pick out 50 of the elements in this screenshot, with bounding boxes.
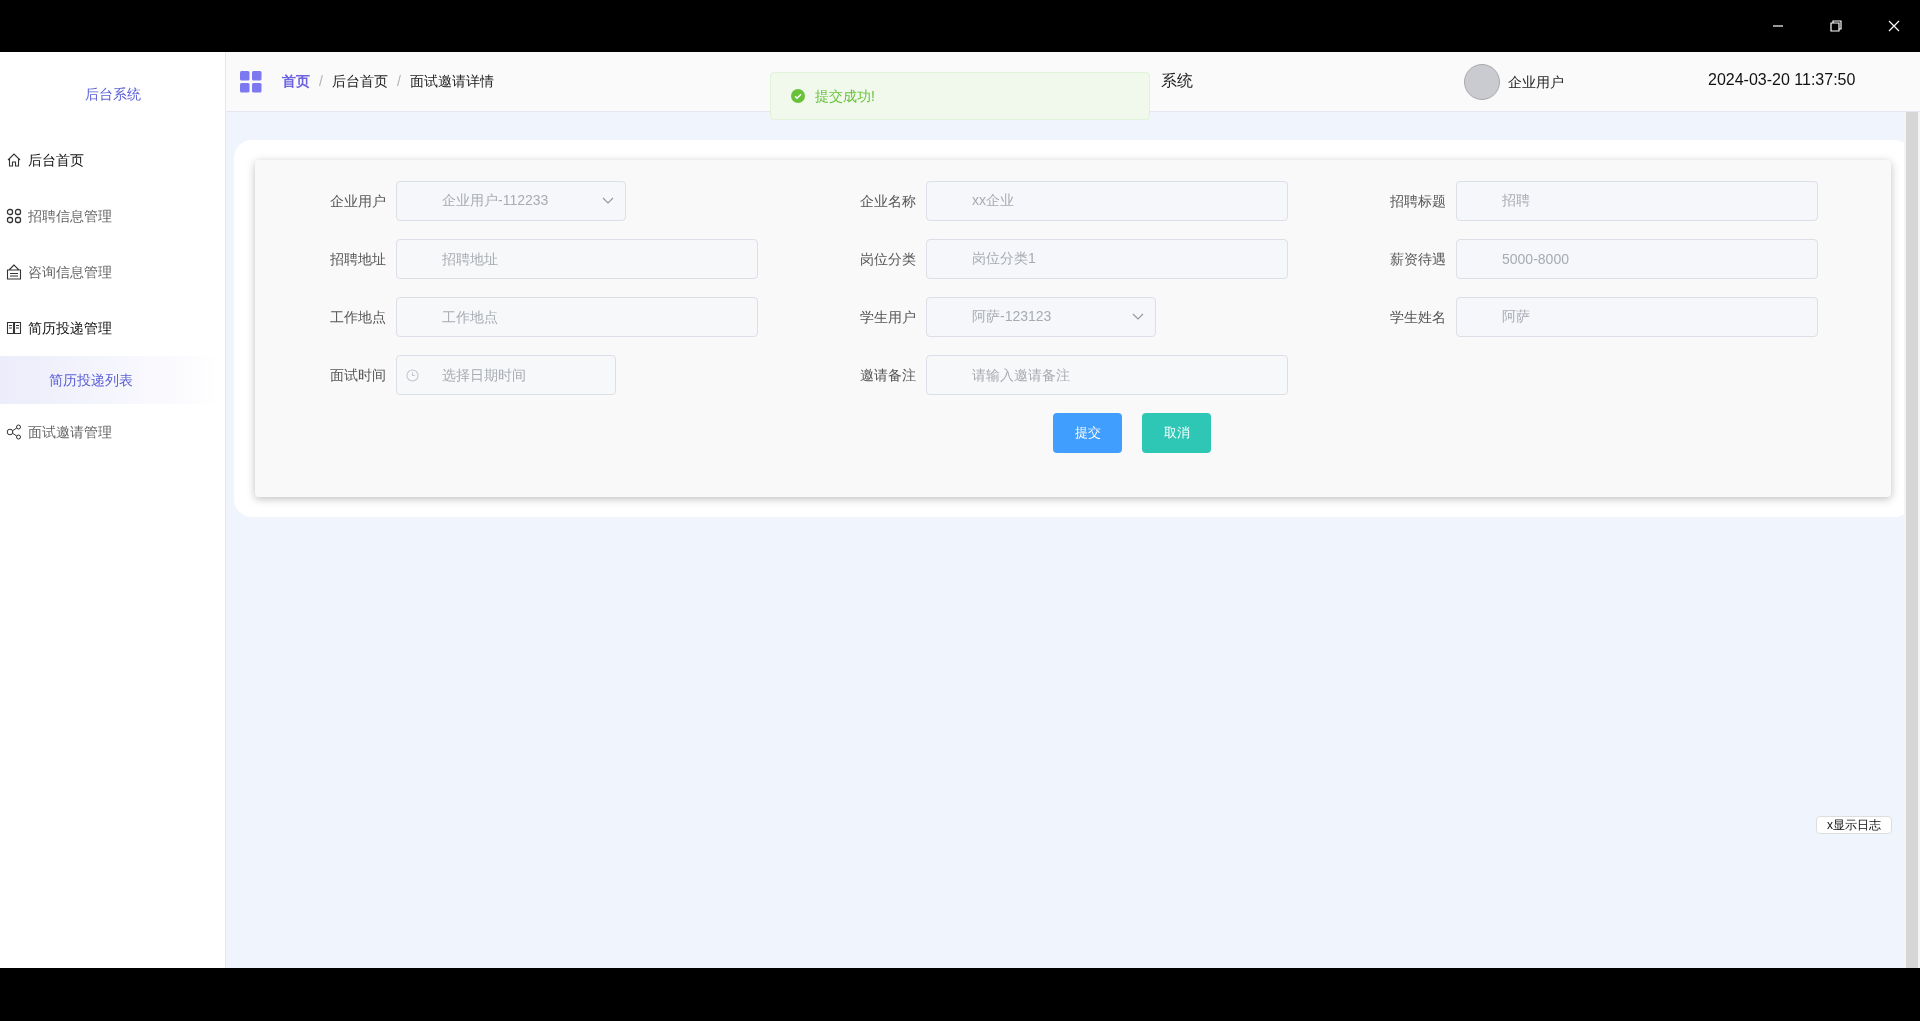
chevron-down-icon [1132, 313, 1144, 321]
field-label: 面试时间 [329, 365, 387, 385]
grid-icon[interactable] [240, 70, 262, 93]
sidebar-title: 后台系统 [83, 85, 142, 104]
sidebar-item-label: 咨询信息管理 [28, 262, 112, 282]
sidebar-item[interactable]: 后台首页 [0, 132, 225, 188]
sidebar-item-label: 面试邀请管理 [28, 422, 112, 442]
sidebar-item[interactable]: 简历投递管理 [0, 300, 225, 356]
submit-button[interactable]: 提交 [1053, 413, 1122, 453]
system-title: 系统 [1161, 71, 1193, 91]
breadcrumb-item: 面试邀请详情 [409, 72, 494, 91]
field-label: 学生用户 [859, 307, 917, 327]
show-log-button[interactable]: x显示日志 [1816, 816, 1892, 834]
breadcrumb-separator: / [396, 72, 401, 91]
home-icon [6, 152, 22, 168]
restore-icon[interactable] [1830, 20, 1842, 32]
breadcrumb-separator: / [319, 72, 323, 91]
input-field[interactable]: 招聘地址 [396, 239, 758, 279]
datetime-field[interactable]: 选择日期时间 [396, 355, 616, 395]
breadcrumb-link[interactable]: 首页 [282, 71, 310, 92]
chevron-down-icon [602, 197, 614, 205]
close-icon[interactable] [1888, 20, 1900, 32]
input-field[interactable]: 请输入邀请备注 [926, 355, 1288, 395]
field-label: 招聘标题 [1389, 191, 1447, 211]
field-label: 工作地点 [329, 307, 387, 327]
field-label: 招聘地址 [329, 249, 387, 269]
field-label: 企业用户 [329, 191, 387, 211]
toast-text: 提交成功! [815, 86, 875, 106]
datetime-text: 2024-03-20 11:37:50 [1708, 70, 1856, 90]
field-label: 薪资待遇 [1389, 249, 1447, 269]
clock-icon [406, 368, 419, 382]
sidebar-item-label: 简历投递管理 [28, 318, 112, 338]
input-field[interactable]: 工作地点 [396, 297, 758, 337]
sidebar-item[interactable]: 咨询信息管理 [0, 244, 225, 300]
sidebar-item[interactable]: 招聘信息管理 [0, 188, 225, 244]
sidebar-item-label: 后台首页 [28, 150, 84, 170]
field-label: 学生姓名 [1389, 307, 1447, 327]
sidebar-item[interactable]: 面试邀请管理 [0, 404, 225, 460]
user-name[interactable]: 企业用户 [1508, 72, 1564, 93]
grid-icon [6, 208, 22, 224]
breadcrumb-item: 后台首页 [331, 72, 388, 91]
sign-icon [6, 264, 22, 280]
scrollbar[interactable] [1906, 112, 1918, 968]
share-icon [6, 424, 22, 440]
book-icon [6, 320, 22, 336]
check-circle-icon [791, 89, 805, 103]
field-label: 邀请备注 [859, 365, 917, 385]
field-label: 企业名称 [859, 191, 917, 211]
sidebar-item-label: 招聘信息管理 [28, 206, 112, 226]
field-label: 岗位分类 [859, 249, 917, 269]
